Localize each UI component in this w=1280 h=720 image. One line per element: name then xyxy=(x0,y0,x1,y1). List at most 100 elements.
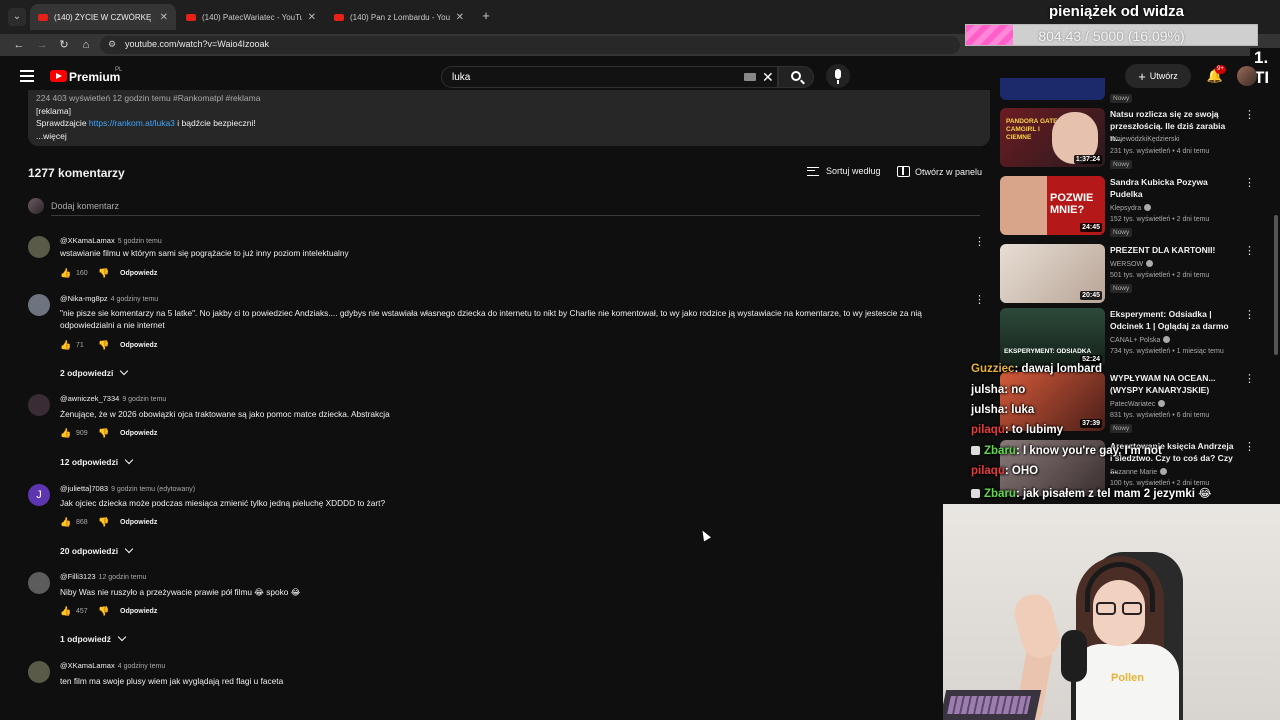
reload-icon[interactable]: ↻ xyxy=(57,38,71,52)
close-icon[interactable]: ✕ xyxy=(160,12,168,23)
divider xyxy=(51,215,980,216)
dislike-icon[interactable]: 👎 xyxy=(98,428,109,438)
more-options-icon[interactable]: ⋮ xyxy=(1244,176,1255,189)
like-icon[interactable]: 👍 xyxy=(60,428,71,438)
more-options-icon[interactable]: ⋮ xyxy=(1244,440,1255,453)
avatar[interactable] xyxy=(28,572,50,594)
like-count: 909 xyxy=(76,429,88,437)
chat-user: pilaqu xyxy=(971,465,1005,477)
comment-item: J @julietta]7083 9 godzin temu (edytowany… xyxy=(28,484,978,560)
youtube-brand[interactable]: Premium xyxy=(69,70,120,84)
youtube-favicon-icon xyxy=(186,13,196,21)
reply-button[interactable]: Odpowiedz xyxy=(120,608,157,615)
replies-count: 12 odpowiedzi xyxy=(60,457,119,467)
avatar[interactable] xyxy=(28,236,50,258)
site-info-icon[interactable]: ⚙ xyxy=(108,39,119,50)
mic-stand xyxy=(1071,680,1076,720)
description-link[interactable]: https://rankom.at/luka3 xyxy=(89,118,175,128)
like-count: 868 xyxy=(76,518,88,526)
channel-name[interactable]: Klepsydra xyxy=(1110,205,1141,212)
reply-button[interactable]: Odpowiedz xyxy=(120,342,157,349)
recommendation-item[interactable]: 20:45 PREZENT DLA KARTONII! WERSOW 501 t… xyxy=(1000,244,1260,304)
reply-button[interactable]: Odpowiedz xyxy=(120,430,157,437)
video-thumbnail[interactable]: 20:45 xyxy=(1000,244,1105,303)
scrollbar-thumb[interactable] xyxy=(1274,215,1278,355)
comment-author[interactable]: @awniczek_7334 xyxy=(60,394,119,403)
avatar[interactable] xyxy=(28,661,50,683)
channel-name[interactable]: CANAL+ Polska xyxy=(1110,337,1160,344)
avatar[interactable]: J xyxy=(28,484,50,506)
reply-button[interactable]: Odpowiedz xyxy=(120,519,157,526)
description-more-link[interactable]: ...więcej xyxy=(36,130,982,143)
youtube-logo-icon[interactable] xyxy=(50,70,67,82)
show-replies-button[interactable]: 12 odpowiedzi xyxy=(60,455,134,467)
channel-name[interactable]: WERSOW xyxy=(1110,261,1143,268)
more-options-icon[interactable]: ⋮ xyxy=(1244,108,1255,121)
like-icon[interactable]: 👍 xyxy=(60,606,71,616)
more-options-icon[interactable]: ⋮ xyxy=(974,294,985,306)
clear-search-icon[interactable]: ✕ xyxy=(762,69,774,86)
like-icon[interactable]: 👍 xyxy=(60,517,71,527)
comment-author[interactable]: @Filli3123 xyxy=(60,572,96,581)
browser-tab-1[interactable]: (140) ŻYCIE W CZWÓRKĘ JEST N ✕ xyxy=(30,4,176,30)
voice-search-mic-icon[interactable] xyxy=(826,64,850,88)
recommendation-item[interactable]: POZWIE MNIE? 24:45 Sandra Kubicka Pozywa… xyxy=(1000,176,1260,237)
comment-author[interactable]: @Nika-mg8pz xyxy=(60,294,108,303)
reply-button[interactable]: Odpowiedz xyxy=(120,270,157,277)
more-options-icon[interactable]: ⋮ xyxy=(1244,372,1255,385)
show-replies-button[interactable]: 1 odpowiedź xyxy=(60,632,127,644)
sort-button[interactable]: Sortuj według xyxy=(807,166,881,176)
video-thumbnail[interactable]: PANDORA GATE, CAMGIRL I CIEMNE 1:37:24 xyxy=(1000,108,1105,167)
add-comment-input[interactable]: Dodaj komentarz xyxy=(51,201,119,211)
comment-author[interactable]: @XKamaLamax xyxy=(60,236,115,245)
channel-name[interactable]: PatecWariatec xyxy=(1110,401,1155,408)
dislike-icon[interactable]: 👎 xyxy=(98,268,109,278)
search-input[interactable]: luka ✕ xyxy=(441,66,778,88)
more-options-icon[interactable]: ⋮ xyxy=(974,236,985,248)
dislike-icon[interactable]: 👎 xyxy=(98,340,109,350)
channel-name[interactable]: Suzanne Marie xyxy=(1110,469,1157,476)
dislike-icon[interactable]: 👎 xyxy=(98,606,109,616)
menu-icon[interactable] xyxy=(20,70,34,82)
forward-arrow-icon[interactable]: → xyxy=(35,38,49,52)
comment-item: @awniczek_7334 9 godzin temu Żenujące, że… xyxy=(28,394,978,470)
add-comment-row[interactable]: Dodaj komentarz xyxy=(28,198,980,216)
show-replies-button[interactable]: 2 odpowiedzi xyxy=(60,366,129,378)
url-field[interactable]: ⚙ youtube.com/watch?v=Waio4Izooak xyxy=(100,36,960,54)
like-icon[interactable]: 👍 xyxy=(60,268,71,278)
recommendation-item[interactable]: PANDORA GATE, CAMGIRL I CIEMNE 1:37:24 N… xyxy=(1000,108,1260,169)
video-thumbnail[interactable] xyxy=(1000,78,1105,100)
more-options-icon[interactable]: ⋮ xyxy=(1244,244,1255,257)
back-arrow-icon[interactable]: ← xyxy=(12,38,26,52)
browser-tab-2[interactable]: (140) PatecWariatec - YouTube ✕ xyxy=(178,4,324,30)
video-thumbnail[interactable]: 37:39 xyxy=(1000,372,1105,431)
like-icon[interactable]: 👍 xyxy=(60,340,71,350)
show-replies-button[interactable]: 20 odpowiedzi xyxy=(60,544,134,556)
video-thumbnail[interactable]: POZWIE MNIE? 24:45 xyxy=(1000,176,1105,235)
comment-item: @XKamaLamax 4 godziny temu ten film ma sw… xyxy=(28,661,978,695)
tab-menu-chevron-icon[interactable]: ⌄ xyxy=(8,8,26,26)
recommendation-item[interactable]: Nowy xyxy=(1000,78,1260,104)
chevron-down-icon xyxy=(117,632,127,642)
close-icon[interactable]: ✕ xyxy=(308,12,316,23)
recommendation-item[interactable]: 37:39 WYPŁYWAM NA OCEAN... (WYSPY KANARY… xyxy=(1000,372,1260,433)
close-icon[interactable]: ✕ xyxy=(456,12,464,23)
channel-name[interactable]: WojewódzkiKędzierski xyxy=(1110,136,1180,143)
chat-message: pilaqu: OHO xyxy=(971,465,1038,477)
keyboard-icon[interactable] xyxy=(744,73,756,81)
video-description[interactable]: 224 403 wyświetleń 12 godzin temu #Ranko… xyxy=(28,90,990,146)
recommendation-item[interactable]: EKSPERYMENT: ODSIADKA 52:24 Eksperyment:… xyxy=(1000,308,1260,368)
browser-tab-3[interactable]: (140) Pan z Lombardu - YouTube ✕ xyxy=(326,4,472,30)
avatar[interactable] xyxy=(28,294,50,316)
more-options-icon[interactable]: ⋮ xyxy=(1244,308,1255,321)
comment-author[interactable]: @XKamaLamax xyxy=(60,661,115,670)
open-in-panel-button[interactable]: Otwórz w panelu xyxy=(897,166,982,177)
comment-author[interactable]: @julietta]7083 xyxy=(60,484,108,493)
video-thumbnail[interactable]: EKSPERYMENT: ODSIADKA 52:24 xyxy=(1000,308,1105,367)
avatar[interactable] xyxy=(28,394,50,416)
video-stats: 231 tys. wyświetleń • 4 dni temu xyxy=(1110,148,1210,155)
search-button[interactable] xyxy=(778,66,814,88)
new-tab-button[interactable]: + xyxy=(478,8,494,24)
dislike-icon[interactable]: 👎 xyxy=(98,517,109,527)
home-icon[interactable]: ⌂ xyxy=(79,38,93,52)
